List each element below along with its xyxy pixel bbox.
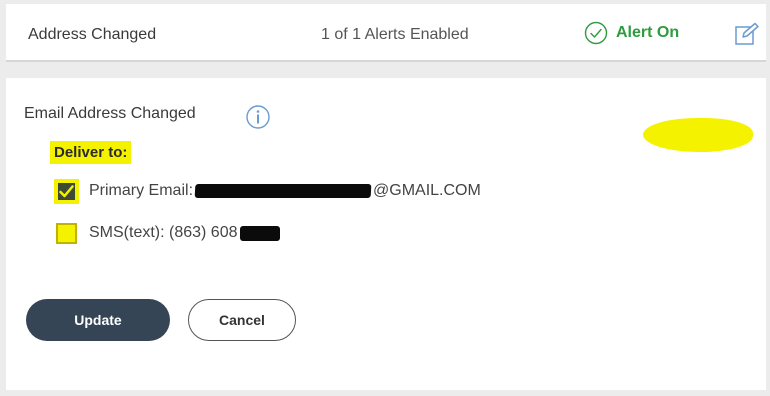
edit-icon[interactable]	[734, 22, 760, 46]
redacted-text	[194, 184, 372, 198]
info-icon[interactable]	[245, 104, 271, 130]
alerts-enabled-count: 1 of 1 Alerts Enabled	[321, 26, 469, 43]
email-checkbox[interactable]	[56, 180, 77, 202]
checkmark-icon	[59, 184, 74, 197]
delivery-option-sms[interactable]: SMS(text): (863) 608	[56, 221, 282, 245]
alert-status: Alert On	[584, 20, 679, 46]
highlighter-mark	[643, 118, 753, 152]
check-circle-icon	[584, 21, 608, 45]
sms-checkbox[interactable]	[56, 222, 77, 244]
sms-option-label: SMS(text): (863) 608	[89, 224, 282, 242]
section-title: Email Address Changed	[24, 105, 196, 122]
sms-label-prefix: SMS(text): (863) 608	[89, 224, 238, 241]
delivery-option-email[interactable]: Primary Email: @GMAIL.COM	[56, 179, 481, 203]
alert-summary-bar: Address Changed 1 of 1 Alerts Enabled Al…	[6, 4, 766, 62]
alert-status-label: Alert On	[616, 24, 680, 41]
deliver-to-label: Deliver to:	[50, 141, 132, 164]
redacted-text	[239, 225, 280, 241]
alert-settings-panel: Email Address Changed Deliver to: Primar…	[6, 78, 766, 390]
cancel-button[interactable]: Cancel	[188, 299, 296, 341]
email-label-prefix: Primary Email:	[89, 182, 194, 199]
email-option-label: Primary Email: @GMAIL.COM	[89, 182, 481, 200]
email-label-suffix: @GMAIL.COM	[373, 182, 481, 199]
update-button[interactable]: Update	[26, 299, 170, 341]
alert-name: Address Changed	[28, 26, 157, 43]
